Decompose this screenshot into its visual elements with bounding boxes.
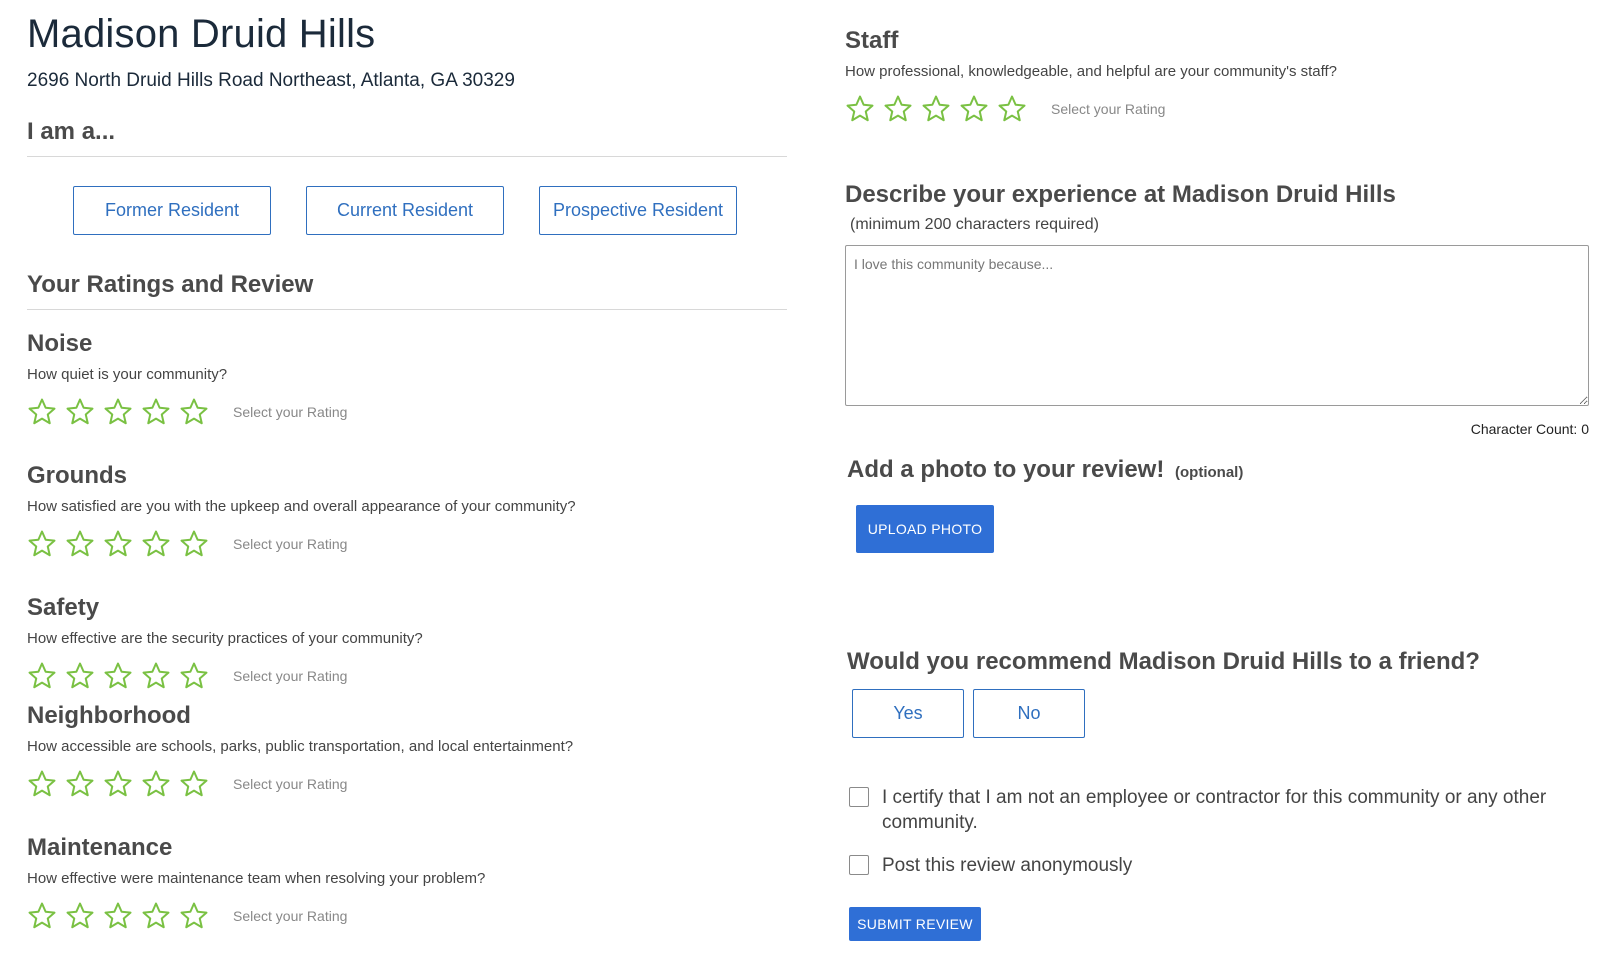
rating-question: How effective are the security practices…	[27, 630, 423, 647]
star-icon[interactable]	[959, 94, 989, 124]
rating-hint: Select your Rating	[233, 776, 348, 792]
rating-title: Noise	[27, 330, 93, 357]
anonymous-checkbox[interactable]	[849, 855, 869, 875]
divider	[27, 156, 787, 157]
divider	[27, 309, 787, 310]
star-icon[interactable]	[27, 397, 57, 427]
rating-title: Safety	[27, 594, 100, 621]
rating-hint: Select your Rating	[233, 668, 348, 684]
rating-maintenance: Maintenance How effective were maintenan…	[27, 834, 787, 932]
rating-safety: Safety How effective are the security pr…	[27, 594, 787, 692]
star-icon[interactable]	[27, 661, 57, 691]
star-icon[interactable]	[179, 769, 209, 799]
upload-photo-button[interactable]: UPLOAD PHOTO	[856, 505, 994, 553]
rating-hint: Select your Rating	[1051, 101, 1166, 117]
rating-grounds: Grounds How satisfied are you with the u…	[27, 462, 787, 560]
star-icon[interactable]	[883, 94, 913, 124]
current-resident-button[interactable]: Current Resident	[306, 186, 504, 235]
recommend-yes-button[interactable]: Yes	[852, 689, 964, 738]
star-icon[interactable]	[27, 529, 57, 559]
recommend-no-button[interactable]: No	[973, 689, 1085, 738]
star-icon[interactable]	[103, 529, 133, 559]
star-icon[interactable]	[65, 769, 95, 799]
ratings-heading: Your Ratings and Review	[27, 271, 314, 298]
star-icon[interactable]	[65, 901, 95, 931]
review-form-page: Madison Druid Hills 2696 North Druid Hil…	[0, 0, 1619, 958]
star-icon[interactable]	[141, 769, 171, 799]
former-resident-button[interactable]: Former Resident	[73, 186, 271, 235]
star-icon[interactable]	[141, 529, 171, 559]
rating-title: Grounds	[27, 462, 127, 489]
star-rating	[27, 769, 217, 799]
star-rating	[845, 94, 1035, 124]
review-textarea[interactable]	[845, 245, 1589, 406]
star-rating	[27, 397, 217, 427]
star-rating	[27, 529, 217, 559]
star-icon[interactable]	[103, 769, 133, 799]
star-rating	[27, 661, 217, 691]
star-icon[interactable]	[845, 94, 875, 124]
star-icon[interactable]	[179, 397, 209, 427]
certify-checkbox[interactable]	[849, 787, 869, 807]
rating-hint: Select your Rating	[233, 908, 348, 924]
star-icon[interactable]	[65, 397, 95, 427]
submit-review-button[interactable]: SUBMIT REVIEW	[849, 907, 981, 941]
star-icon[interactable]	[103, 901, 133, 931]
star-icon[interactable]	[141, 661, 171, 691]
rating-hint: Select your Rating	[233, 404, 348, 420]
star-icon[interactable]	[179, 901, 209, 931]
community-name: Madison Druid Hills	[27, 12, 376, 56]
anonymous-label: Post this review anonymously	[882, 855, 1133, 876]
star-icon[interactable]	[65, 661, 95, 691]
role-heading: I am a...	[27, 118, 116, 145]
character-count: Character Count: 0	[1470, 421, 1589, 437]
certify-label: I certify that I am not an employee or c…	[882, 787, 1547, 833]
rating-neighborhood: Neighborhood How accessible are schools,…	[27, 702, 787, 800]
photo-heading-text: Add a photo to your review!	[847, 456, 1165, 483]
anonymous-row: Post this review anonymously	[849, 853, 1569, 878]
describe-subtitle: (minimum 200 characters required)	[850, 216, 1099, 233]
rating-title: Neighborhood	[27, 702, 191, 729]
rating-question: How effective were maintenance team when…	[27, 870, 486, 887]
star-icon[interactable]	[179, 661, 209, 691]
star-icon[interactable]	[179, 529, 209, 559]
star-icon[interactable]	[65, 529, 95, 559]
rating-noise: Noise How quiet is your community? Selec…	[27, 330, 787, 428]
star-icon[interactable]	[27, 901, 57, 931]
prospective-resident-button[interactable]: Prospective Resident	[539, 186, 737, 235]
describe-heading: Describe your experience at Madison Drui…	[845, 181, 1396, 208]
photo-heading: Add a photo to your review! (optional)	[847, 456, 1243, 484]
rating-question: How professional, knowledgeable, and hel…	[845, 63, 1338, 80]
rating-question: How quiet is your community?	[27, 366, 228, 383]
rating-title: Staff	[845, 27, 899, 54]
recommend-heading: Would you recommend Madison Druid Hills …	[847, 648, 1480, 675]
rating-question: How satisfied are you with the upkeep an…	[27, 498, 576, 515]
rating-title: Maintenance	[27, 834, 173, 861]
rating-question: How accessible are schools, parks, publi…	[27, 738, 574, 755]
optional-label: (optional)	[1175, 464, 1244, 481]
star-icon[interactable]	[141, 397, 171, 427]
rating-staff: Staff How professional, knowledgeable, a…	[845, 27, 1545, 125]
star-icon[interactable]	[921, 94, 951, 124]
star-icon[interactable]	[103, 397, 133, 427]
certify-row: I certify that I am not an employee or c…	[849, 785, 1569, 835]
star-icon[interactable]	[997, 94, 1027, 124]
star-icon[interactable]	[103, 661, 133, 691]
star-icon[interactable]	[27, 769, 57, 799]
star-rating	[27, 901, 217, 931]
star-icon[interactable]	[141, 901, 171, 931]
community-address: 2696 North Druid Hills Road Northeast, A…	[27, 70, 515, 91]
rating-hint: Select your Rating	[233, 536, 348, 552]
